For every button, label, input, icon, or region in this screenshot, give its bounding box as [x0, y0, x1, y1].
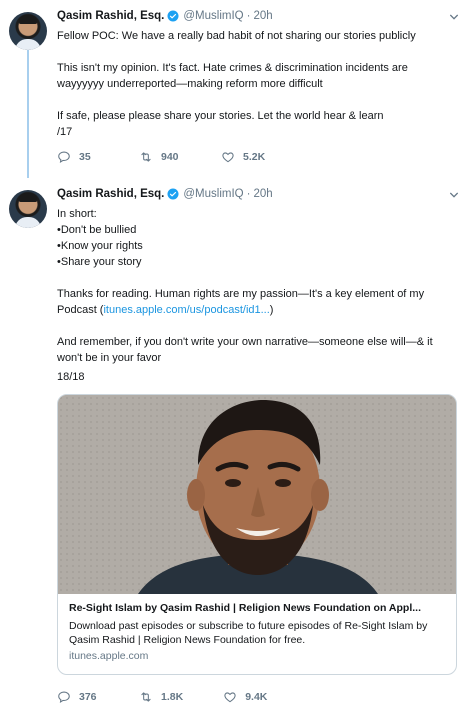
- tweet[interactable]: Qasim Rashid, Esq. @MuslimIQ · 20h Fello…: [0, 0, 473, 178]
- like-icon: [224, 692, 236, 703]
- avatar[interactable]: [9, 190, 47, 228]
- like-button[interactable]: 9.4K: [223, 690, 267, 704]
- tweet-timestamp[interactable]: 20h: [253, 10, 272, 22]
- tweet-line: In short:: [57, 208, 97, 220]
- tweet-timestamp[interactable]: 20h: [253, 188, 272, 200]
- avatar[interactable]: [9, 12, 47, 50]
- author-handle[interactable]: @MuslimIQ: [183, 10, 243, 22]
- card-title[interactable]: Re-Sight Islam by Qasim Rashid | Religio…: [69, 602, 445, 614]
- tweet-actions: 35 940 5.2K: [57, 150, 305, 164]
- avatar-shirt: [15, 217, 41, 228]
- reply-icon: [58, 151, 70, 163]
- author-name[interactable]: Qasim Rashid, Esq.: [57, 10, 164, 22]
- tweet-line: •Share your story: [57, 256, 142, 268]
- tweet-line: If safe, please please share your storie…: [57, 110, 384, 122]
- tweet-line: •Don't be bullied: [57, 224, 137, 236]
- tweet-line: won't be in your favor: [57, 352, 162, 364]
- tweet-header: Qasim Rashid, Esq. @MuslimIQ · 20h: [57, 188, 273, 200]
- retweet-icon: [141, 152, 151, 162]
- tweet-line-suffix: ): [269, 304, 274, 316]
- chevron-down-icon[interactable]: [449, 190, 459, 200]
- retweet-count: 1.8K: [161, 691, 184, 703]
- like-icon: [222, 152, 234, 163]
- author-name[interactable]: Qasim Rashid, Esq.: [57, 188, 164, 200]
- tweet-line: Thanks for reading. Human rights are my …: [57, 288, 425, 300]
- tweet-line: Fellow POC: We have a really bad habit o…: [57, 30, 416, 42]
- tweet-line: wayyyyyy underreported—making reform mor…: [57, 78, 323, 90]
- tweet-text: Fellow POC: We have a really bad habit o…: [57, 28, 457, 140]
- chevron-down-icon[interactable]: [449, 12, 459, 22]
- reply-button[interactable]: 35: [57, 150, 99, 164]
- tweet-text: In short: •Don't be bullied •Know your r…: [57, 206, 457, 366]
- tweet-line: /17: [57, 126, 73, 138]
- tweet-actions: 376 1.8K 9.4K: [57, 690, 307, 704]
- retweet-count: 940: [161, 151, 179, 163]
- reply-count: 35: [79, 151, 91, 163]
- like-count: 9.4K: [245, 691, 268, 703]
- separator-dot: ·: [246, 188, 251, 200]
- podcast-host-photo: [58, 395, 456, 594]
- like-count: 5.2K: [243, 151, 266, 163]
- tweet-line: This isn't my opinion. It's fact. Hate c…: [57, 62, 408, 74]
- avatar-shirt: [15, 39, 41, 50]
- thread-page-count: 18/18: [57, 371, 85, 383]
- avatar-cap: [19, 193, 37, 202]
- retweet-button[interactable]: 940: [139, 150, 181, 164]
- avatar-cap: [19, 15, 37, 24]
- reply-button[interactable]: 376: [57, 690, 99, 704]
- verified-badge-icon: [167, 10, 179, 22]
- verified-badge-icon: [167, 188, 179, 200]
- retweet-icon: [141, 692, 151, 702]
- tweet[interactable]: Qasim Rashid, Esq. @MuslimIQ · 20h In sh…: [0, 178, 473, 708]
- reply-count: 376: [79, 691, 97, 703]
- retweet-button[interactable]: 1.8K: [139, 690, 183, 704]
- tweet-line: And remember, if you don't write your ow…: [57, 336, 433, 348]
- link-preview-card[interactable]: Re-Sight Islam by Qasim Rashid | Religio…: [57, 394, 457, 675]
- tweet-line-prefix: Podcast (: [57, 304, 104, 316]
- reply-icon: [58, 691, 70, 703]
- card-domain: itunes.apple.com: [69, 650, 149, 662]
- tweet-line: Podcast (itunes.apple.com/us/podcast/id1…: [57, 302, 457, 318]
- podcast-link[interactable]: itunes.apple.com/us/podcast/id1...: [103, 304, 269, 316]
- like-button[interactable]: 5.2K: [221, 150, 265, 164]
- card-text: Re-Sight Islam by Qasim Rashid | Religio…: [58, 594, 456, 670]
- tweet-header: Qasim Rashid, Esq. @MuslimIQ · 20h: [57, 10, 273, 22]
- author-handle[interactable]: @MuslimIQ: [183, 188, 243, 200]
- separator-dot: ·: [246, 10, 251, 22]
- card-description: Download past episodes or subscribe to f…: [69, 620, 428, 646]
- card-image: [58, 395, 456, 594]
- tweet-line: •Know your rights: [57, 240, 143, 252]
